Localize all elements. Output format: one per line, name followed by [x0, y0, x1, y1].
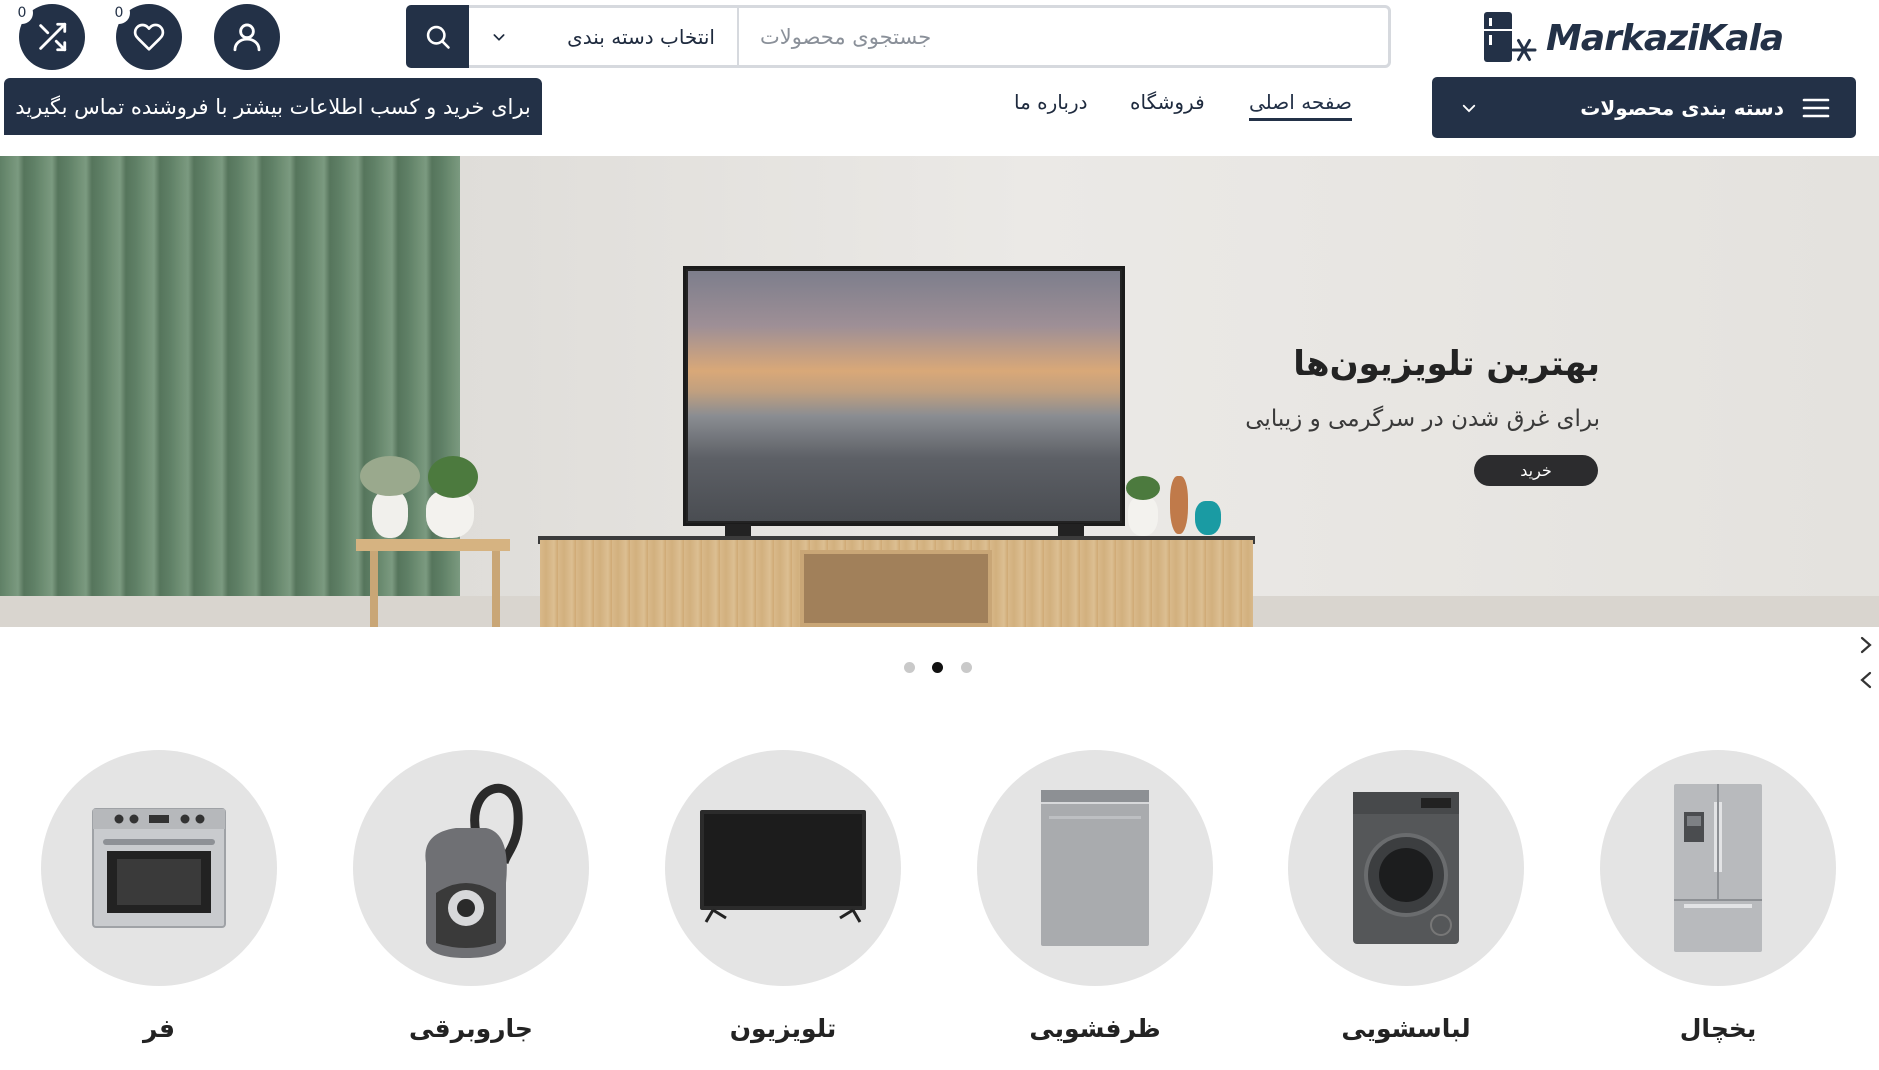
category-image: [977, 750, 1213, 986]
small-pot: [1128, 496, 1158, 536]
teal-vase: [1195, 501, 1221, 535]
category-label: ظرفشویی: [1029, 1014, 1161, 1043]
plant-foliage: [1126, 476, 1160, 500]
tv-icon: [700, 810, 866, 923]
category-menu-button[interactable]: دسته بندی محصولات: [1432, 77, 1856, 138]
nav-link-about[interactable]: درباره ما: [1014, 90, 1088, 114]
search-icon: [426, 25, 450, 49]
logo-text: MarkaziKala: [1546, 17, 1784, 59]
hero-slider: [0, 156, 1879, 627]
category-image: [1288, 750, 1524, 986]
washing-machine-icon: [1353, 792, 1459, 944]
category-card-washing-machine[interactable]: لباسشویی: [1288, 750, 1524, 1043]
heart-icon: [133, 23, 165, 51]
dishwasher-icon: [1041, 790, 1149, 946]
category-card-refrigerator[interactable]: یخچال: [1600, 750, 1836, 1043]
category-select-label: انتخاب دسته بندی: [567, 24, 715, 49]
plant-foliage: [360, 456, 420, 496]
category-card-oven[interactable]: فر: [41, 750, 277, 1043]
nav-link-home[interactable]: صفحه اصلی: [1249, 90, 1352, 121]
hamburger-menu-icon: [1802, 98, 1830, 117]
chevron-down-icon: [493, 33, 505, 41]
slider-dot[interactable]: [904, 662, 915, 673]
hero-green-panel: [0, 156, 460, 627]
category-card-vacuum[interactable]: جاروبرقی: [353, 750, 589, 1043]
category-label: جاروبرقی: [409, 1014, 533, 1043]
category-image: [1600, 750, 1836, 986]
category-card-dishwasher[interactable]: ظرفشویی: [977, 750, 1213, 1043]
user-icon: [233, 23, 261, 52]
side-table: [356, 539, 510, 551]
search-input[interactable]: جستجوی محصولات: [760, 8, 1370, 65]
category-image: [41, 750, 277, 986]
site-logo[interactable]: MarkaziKala: [1482, 7, 1812, 69]
wishlist-count-badge: 0: [108, 2, 130, 24]
slider-next-button[interactable]: [1857, 636, 1875, 654]
white-vase: [372, 490, 408, 538]
category-label: تلویزیون: [729, 1014, 837, 1043]
category-label: فر: [143, 1014, 175, 1043]
category-image: [353, 750, 589, 986]
fridge-snowflake-logo-icon: [1484, 12, 1537, 62]
hero-subtitle: برای غرق شدن در سرگرمی و زیبایی: [1245, 406, 1600, 432]
shuffle-icon: [39, 22, 67, 52]
account-button[interactable]: [214, 4, 280, 70]
category-menu-label: دسته بندی محصولات: [1580, 95, 1784, 120]
orange-bottle: [1170, 476, 1188, 534]
oven-icon: [92, 808, 226, 928]
cabinet-shelf: [800, 550, 992, 627]
category-select[interactable]: انتخاب دسته بندی: [469, 8, 739, 65]
slider-dot[interactable]: [961, 662, 972, 673]
chevron-right-icon: [1860, 636, 1872, 654]
vacuum-icon: [425, 783, 523, 958]
side-table-leg: [370, 551, 378, 627]
category-label: یخچال: [1679, 1014, 1757, 1043]
chevron-left-icon: [1860, 671, 1872, 689]
refrigerator-icon: [1674, 784, 1762, 952]
chevron-down-icon: [1462, 104, 1476, 112]
search-button[interactable]: [406, 5, 469, 68]
compare-count-badge: 0: [11, 2, 33, 24]
nav-link-shop[interactable]: فروشگاه: [1130, 90, 1205, 114]
slider-dot-active[interactable]: [932, 662, 943, 673]
hero-buy-button[interactable]: خرید: [1474, 455, 1598, 486]
plant-foliage: [428, 456, 478, 498]
hero-title: بهترین تلویزیون‌ها: [1293, 344, 1600, 384]
category-image: [665, 750, 901, 986]
contact-notice: برای خرید و کسب اطلاعات بیشتر با فروشنده…: [4, 78, 542, 135]
hero-tv: [683, 266, 1125, 526]
category-card-tv[interactable]: تلویزیون: [665, 750, 901, 1043]
side-table-leg: [492, 551, 500, 627]
slider-prev-button[interactable]: [1857, 671, 1875, 689]
category-label: لباسشویی: [1341, 1014, 1471, 1043]
